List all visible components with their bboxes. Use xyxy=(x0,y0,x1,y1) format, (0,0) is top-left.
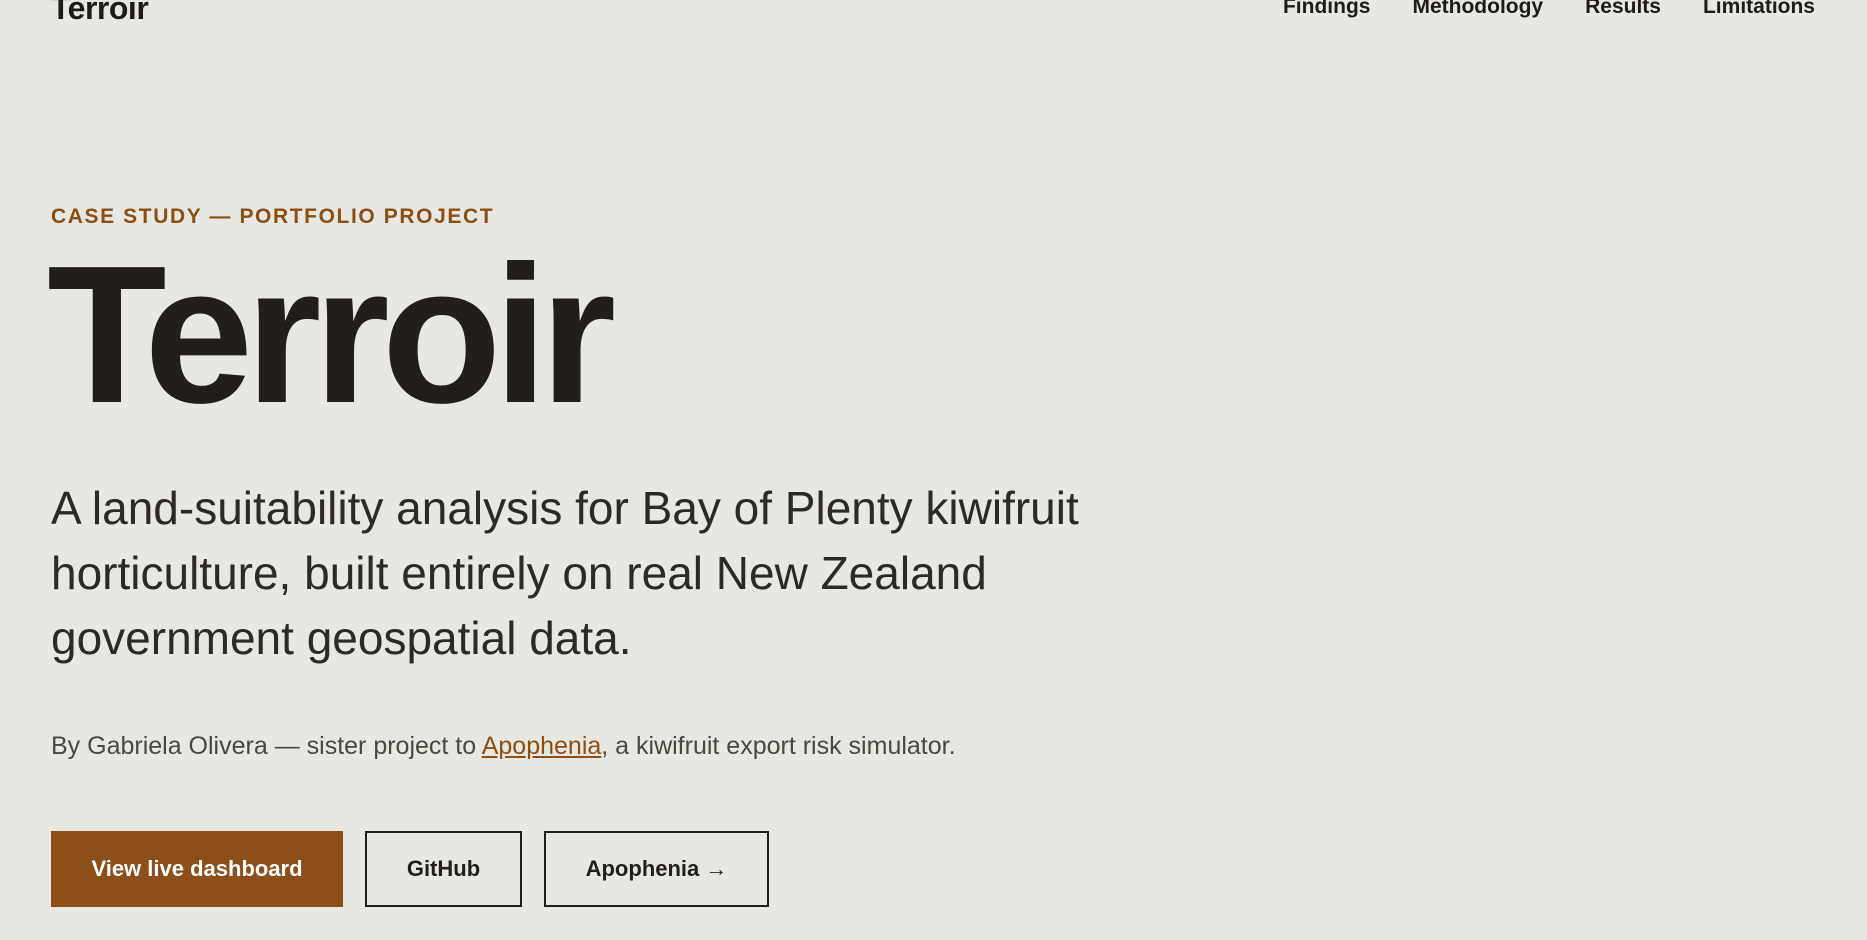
main-nav: Findings Methodology Results Limitations xyxy=(1283,0,1815,18)
apophenia-button[interactable]: Apophenia → xyxy=(544,830,769,907)
nav-methodology[interactable]: Methodology xyxy=(1412,0,1543,18)
view-live-dashboard-button[interactable]: View live dashboard xyxy=(51,830,343,907)
apophenia-inline-link[interactable]: Apophenia xyxy=(482,732,602,760)
nav-limitations[interactable]: Limitations xyxy=(1703,0,1815,18)
subtitle: A land-suitability analysis for Bay of P… xyxy=(51,481,1079,664)
nav-results[interactable]: Results xyxy=(1585,0,1661,18)
hero-actions: View live dashboard GitHub Apophenia → xyxy=(51,830,1251,907)
page-title: Terroir xyxy=(47,225,616,444)
top-navigation-bar: Terroir Findings Methodology Results Lim… xyxy=(0,0,1867,40)
byline: By Gabriela Olivera — sister project to … xyxy=(51,731,1251,761)
github-button[interactable]: GitHub xyxy=(365,830,522,907)
byline-prefix: By Gabriela Olivera — sister project to xyxy=(51,731,482,760)
nav-findings[interactable]: Findings xyxy=(1283,0,1371,18)
byline-suffix: , a kiwifruit export risk simulator. xyxy=(601,731,956,760)
hero-section: CASE STUDY — PORTFOLIO PROJECT Terroir A… xyxy=(47,205,1251,907)
logo[interactable]: Terroir xyxy=(51,0,149,24)
